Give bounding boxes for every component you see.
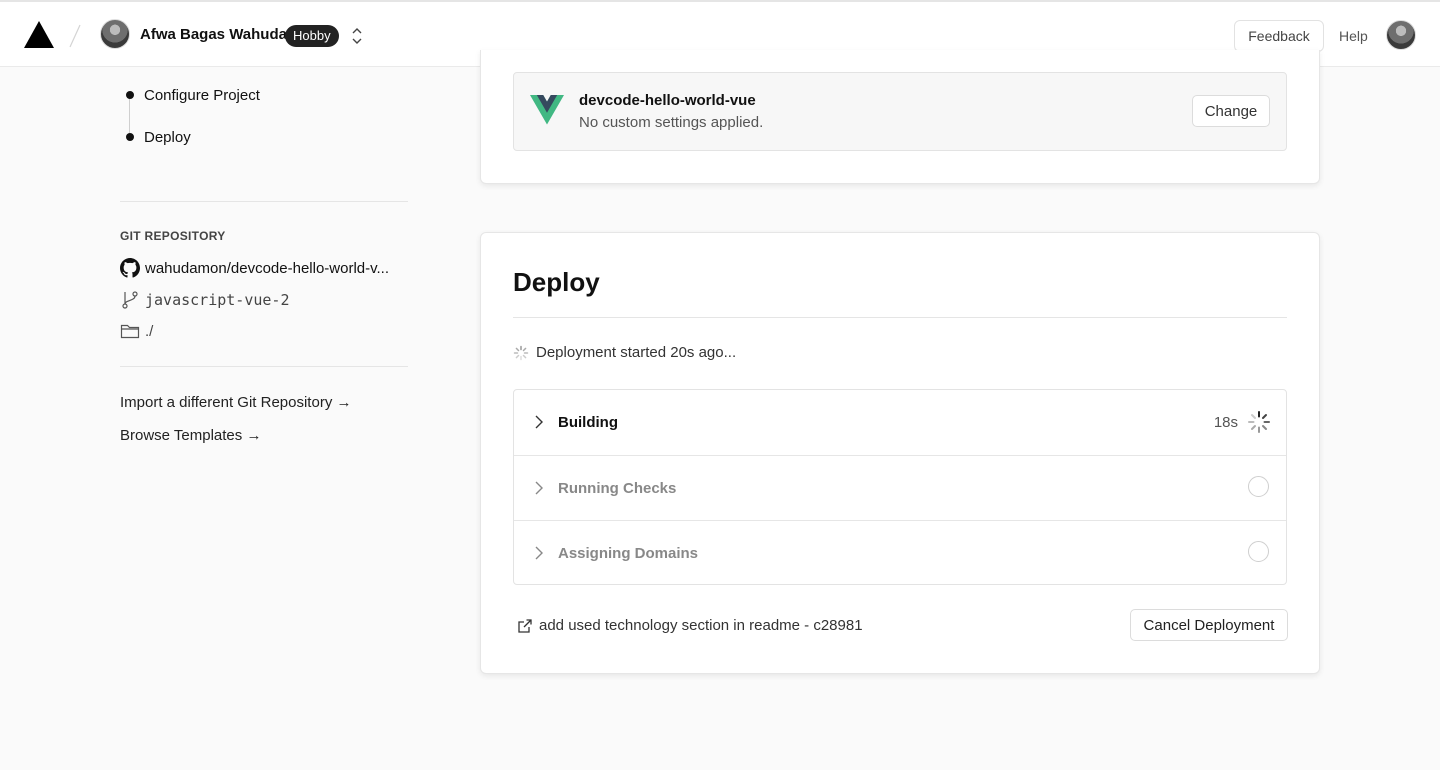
project-name: devcode-hello-world-vue	[579, 92, 756, 109]
external-link-icon	[518, 618, 532, 633]
step-configure-project: Configure Project	[144, 87, 260, 104]
vue-logo-icon	[530, 95, 564, 125]
settings-status: No custom settings applied.	[579, 114, 764, 131]
deployment-steps: Building 18s Running Checks Assigning Do…	[513, 389, 1287, 585]
branch-name: javascript-vue-2	[145, 291, 290, 309]
deployment-status: Deployment started 20s ago...	[513, 344, 736, 361]
team-switcher-icon[interactable]	[349, 26, 365, 46]
deploy-heading: Deploy	[513, 267, 600, 297]
help-link[interactable]: Help	[1339, 28, 1368, 44]
step-label: Building	[558, 414, 618, 431]
step-building[interactable]: Building 18s	[514, 390, 1286, 455]
step-elapsed-time: 18s	[1213, 414, 1238, 431]
loading-spinner-icon	[1248, 411, 1270, 433]
pending-status-icon	[1248, 476, 1269, 497]
chevron-right-icon	[535, 481, 543, 495]
loading-spinner-icon	[513, 345, 529, 360]
commit-message: add used technology section in readme - …	[539, 617, 863, 634]
git-repository-label: GIT REPOSITORY	[120, 229, 226, 243]
breadcrumb-separator-icon	[69, 24, 81, 48]
branch-row: javascript-vue-2	[120, 290, 290, 310]
sidebar-divider	[120, 366, 408, 367]
chevron-right-icon	[535, 546, 543, 560]
steps-connector-line	[129, 95, 130, 137]
deployment-status-text: Deployment started 20s ago...	[536, 344, 737, 361]
import-different-repo-link[interactable]: Import a different Git Repository →	[120, 394, 351, 411]
feedback-button[interactable]: Feedback	[1234, 20, 1324, 52]
step-label: Assigning Domains	[558, 545, 699, 562]
root-directory-row: ./	[120, 322, 153, 340]
pending-status-icon	[1248, 541, 1269, 562]
vercel-logo-icon[interactable]	[24, 21, 54, 48]
team-name[interactable]: Afwa Bagas Wahuda	[140, 26, 287, 43]
sidebar-divider	[120, 201, 408, 202]
repo-name: wahudamon/devcode-hello-world-v...	[145, 259, 390, 277]
change-button[interactable]: Change	[1192, 95, 1270, 127]
commit-link[interactable]: add used technology section in readme - …	[517, 617, 863, 634]
deploy-card: Deploy Deployment started 20s ago... Bui…	[480, 232, 1320, 674]
git-branch-icon	[122, 291, 138, 309]
repo-row[interactable]: wahudamon/devcode-hello-world-v...	[120, 258, 389, 278]
deploy-divider	[513, 317, 1287, 318]
framework-preset-box: devcode-hello-world-vue No custom settin…	[513, 72, 1287, 151]
plan-badge: Hobby	[285, 25, 339, 47]
cancel-deployment-button[interactable]: Cancel Deployment	[1130, 609, 1288, 641]
root-directory: ./	[145, 322, 154, 340]
browse-templates-link[interactable]: Browse Templates →	[120, 427, 261, 444]
configure-project-card: devcode-hello-world-vue No custom settin…	[480, 50, 1320, 184]
github-icon	[120, 258, 140, 278]
step-dot	[126, 133, 134, 141]
team-avatar[interactable]	[100, 19, 130, 49]
folder-icon	[120, 324, 140, 339]
step-assigning-domains[interactable]: Assigning Domains	[514, 520, 1286, 585]
step-label: Running Checks	[558, 480, 677, 497]
step-dot	[126, 91, 134, 99]
chevron-right-icon	[535, 415, 543, 429]
user-avatar[interactable]	[1386, 20, 1416, 50]
step-deploy: Deploy	[144, 129, 191, 146]
step-running-checks[interactable]: Running Checks	[514, 455, 1286, 520]
